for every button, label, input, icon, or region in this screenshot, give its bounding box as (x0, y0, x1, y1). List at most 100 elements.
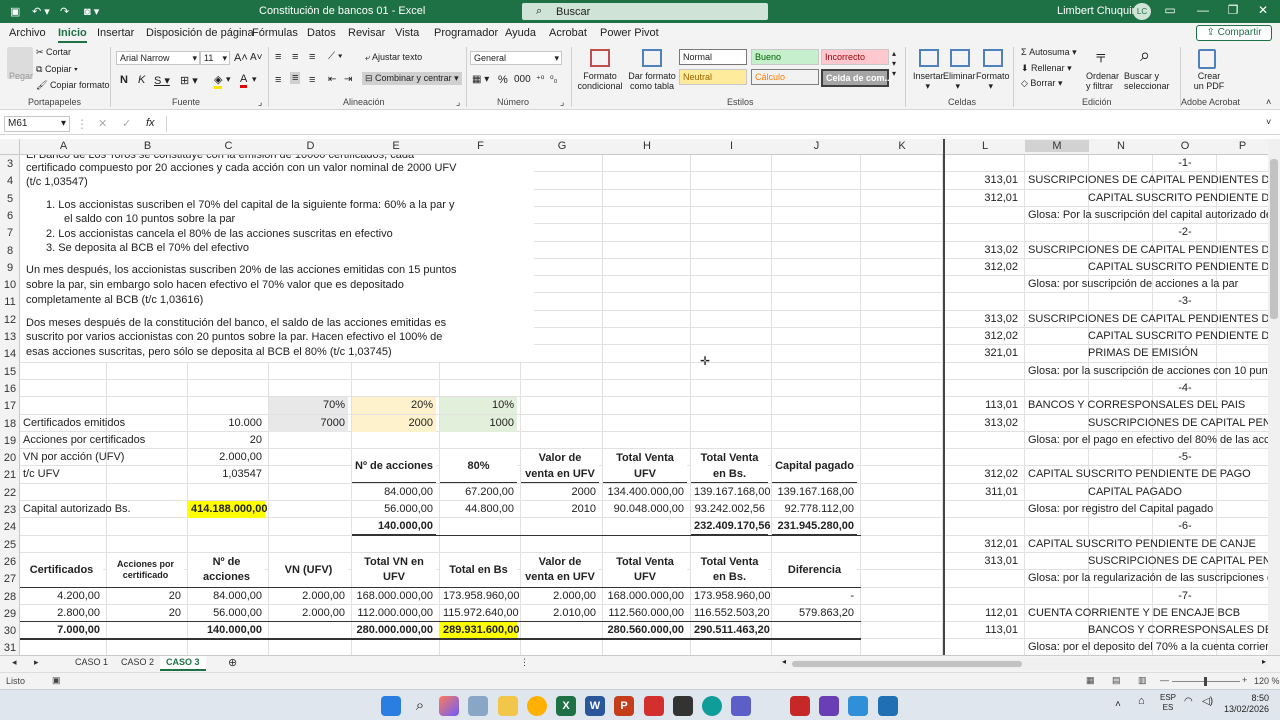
normal-view-icon[interactable]: ▦ (1086, 675, 1095, 686)
fill-button[interactable]: ⬇ Rellenar ▾ (1021, 63, 1072, 74)
table-header[interactable]: VN (UFV) (269, 553, 348, 587)
table-cell[interactable]: 90.048.000,00 (603, 501, 687, 518)
style-celda[interactable]: Celda de com... (821, 69, 892, 87)
align-bottom-icon[interactable]: ≡ (309, 51, 315, 63)
zoom-slider-thumb[interactable] (1204, 677, 1207, 686)
table-cell[interactable]: 2000 (521, 484, 599, 501)
collapse-ribbon-icon[interactable]: ˄ (1266, 97, 1271, 107)
table-cell[interactable]: 139.167.168,00 (772, 484, 857, 501)
row-header[interactable]: 26 (0, 554, 20, 571)
table-cell[interactable]: 579.863,20 (772, 605, 857, 622)
table-header[interactable]: Nº de acciones (188, 553, 265, 587)
journal-text[interactable]: SUSCRIPCIONES DE CAPITAL PENDI (1085, 553, 1268, 570)
table-cell[interactable]: 112.000.000,00 (352, 605, 436, 622)
restore-icon[interactable]: ❐ (1218, 3, 1248, 20)
param-label[interactable]: VN por acción (UFV) (20, 449, 184, 466)
total-cell[interactable]: 140.000,00 (188, 622, 265, 639)
clear-button[interactable]: ◇ Borrar ▾ (1021, 78, 1062, 89)
column-header[interactable]: D (269, 140, 352, 152)
increase-decimal-icon[interactable]: ⁺⁰ (536, 74, 544, 85)
table-format-button[interactable]: Dar formato como tabla (626, 71, 678, 91)
journal-text[interactable]: Glosa: Por la suscripción del capital au… (1025, 207, 1268, 224)
column-header[interactable]: M (1025, 140, 1089, 152)
table-cell[interactable]: 4.200,00 (20, 588, 103, 605)
minimize-icon[interactable]: — (1188, 3, 1218, 20)
italic-icon[interactable]: K (138, 74, 145, 86)
account-code[interactable]: 312,01 (943, 190, 1021, 207)
cut-button[interactable]: ✂ Cortar (36, 47, 71, 58)
table-cell[interactable]: 173.958.960,00 (691, 588, 770, 605)
journal-text[interactable]: CAPITAL PAGADO (1085, 484, 1185, 501)
align-middle-icon[interactable]: ≡ (292, 51, 298, 63)
app-icon[interactable] (848, 696, 868, 716)
table-cell[interactable]: 93.242.002,56 (691, 501, 768, 518)
param-label[interactable]: t/c UFV (20, 466, 184, 483)
row-header[interactable]: 24 (0, 519, 20, 536)
volume-icon[interactable]: ◁) (1202, 696, 1213, 707)
indent-increase-icon[interactable]: ⇥ (344, 74, 352, 85)
table-cell[interactable]: 67.200,00 (440, 484, 517, 501)
table-cell[interactable]: 116.552.503,20 (691, 605, 770, 622)
param-value[interactable]: 10.000 (188, 415, 265, 432)
word-icon[interactable]: W (585, 696, 605, 716)
dialog-launcher-icon[interactable]: ⌟ (456, 97, 460, 108)
row-header[interactable]: 12 (0, 312, 20, 329)
dialog-launcher-icon[interactable]: ⌟ (258, 97, 262, 108)
table-cell[interactable]: 20 (107, 588, 184, 605)
confirm-icon[interactable]: ✓ (122, 117, 131, 130)
account-code[interactable]: 113,01 (943, 397, 1021, 414)
start-icon[interactable] (381, 696, 401, 716)
align-top-icon[interactable]: ≡ (275, 51, 281, 63)
orientation-icon[interactable]: ⟋ ▾ (328, 51, 343, 62)
pdf-icon[interactable] (1198, 49, 1216, 69)
style-incorrecto[interactable]: Incorrecto (821, 49, 889, 65)
account-code[interactable]: 313,02 (943, 242, 1021, 259)
journal-text[interactable]: SUSCRIPCIONES DE CAPITAL PENDI (1085, 415, 1268, 432)
zoom-level[interactable]: 120 % (1254, 676, 1280, 686)
tab-datos[interactable]: Datos (307, 27, 336, 39)
table-header[interactable]: Valor de venta en UFV (521, 553, 599, 587)
delete-cells-button[interactable]: Eliminar ▾ (943, 71, 976, 92)
scroll-thumb[interactable] (1270, 159, 1278, 319)
total-cell[interactable]: 290.511.463,20 (691, 622, 770, 639)
column-header[interactable]: C (188, 140, 269, 152)
table-cell[interactable]: 2.000,00 (269, 588, 348, 605)
journal-text[interactable]: Glosa: por el deposito del 70% a la cuen… (1025, 639, 1268, 655)
row-header[interactable]: 22 (0, 485, 20, 502)
row-header[interactable]: 25 (0, 537, 20, 554)
copy-button[interactable]: ⧉ Copiar ▾ (36, 64, 78, 75)
tab-disposicion[interactable]: Disposición de página (146, 27, 254, 39)
table-cell[interactable]: 115.972.640,00 (440, 605, 519, 622)
row-header[interactable]: 17 (0, 398, 20, 415)
column-header[interactable]: K (861, 140, 943, 152)
chevron-down-icon[interactable]: ▾ (226, 74, 231, 85)
style-neutral[interactable]: Neutral (679, 69, 747, 85)
table-cell[interactable]: 20 (107, 605, 184, 622)
teams-icon[interactable] (731, 696, 751, 716)
add-sheet-icon[interactable]: ⊕ (228, 656, 237, 669)
column-header[interactable]: E (352, 140, 440, 152)
camera-icon[interactable]: ◙ ▾ (84, 5, 99, 18)
redo-icon[interactable]: ↷ (60, 5, 69, 18)
param-value[interactable]: 1,03547 (188, 466, 265, 483)
excel-icon[interactable]: X (556, 696, 576, 716)
percent-cell[interactable]: 10% (440, 397, 517, 414)
bold-icon[interactable]: N (120, 74, 128, 86)
tab-archivo[interactable]: Archivo (9, 27, 46, 39)
border-icon[interactable]: ⊞ ▾ (180, 74, 198, 87)
autosum-button[interactable]: Σ Autosuma ▾ (1021, 47, 1077, 58)
journal-text[interactable]: Glosa: por la suscripción de acciones co… (1025, 363, 1268, 380)
table-cell[interactable]: 139.167.168,00 (691, 484, 770, 501)
sort-filter-icon[interactable]: ⫧ (1096, 47, 1106, 67)
close-icon[interactable]: ✕ (1248, 3, 1278, 20)
page-layout-icon[interactable]: ▤ (1112, 675, 1121, 686)
total-cell[interactable]: 289.931.600,00 (440, 622, 519, 639)
wrap-text-button[interactable]: ⤶ Ajustar texto (365, 52, 422, 63)
journal-text[interactable]: CAPITAL SUSCRITO PENDIENTE DE P (1085, 328, 1268, 345)
row-header[interactable]: 23 (0, 502, 20, 519)
dialog-launcher-icon[interactable]: ⌟ (560, 97, 564, 108)
table-cell[interactable]: 168.000.000,00 (603, 588, 687, 605)
tab-formulas[interactable]: Fórmulas (252, 27, 298, 39)
sheet-tab-caso2[interactable]: CASO 2 (121, 657, 154, 667)
row-header[interactable]: 16 (0, 381, 20, 398)
